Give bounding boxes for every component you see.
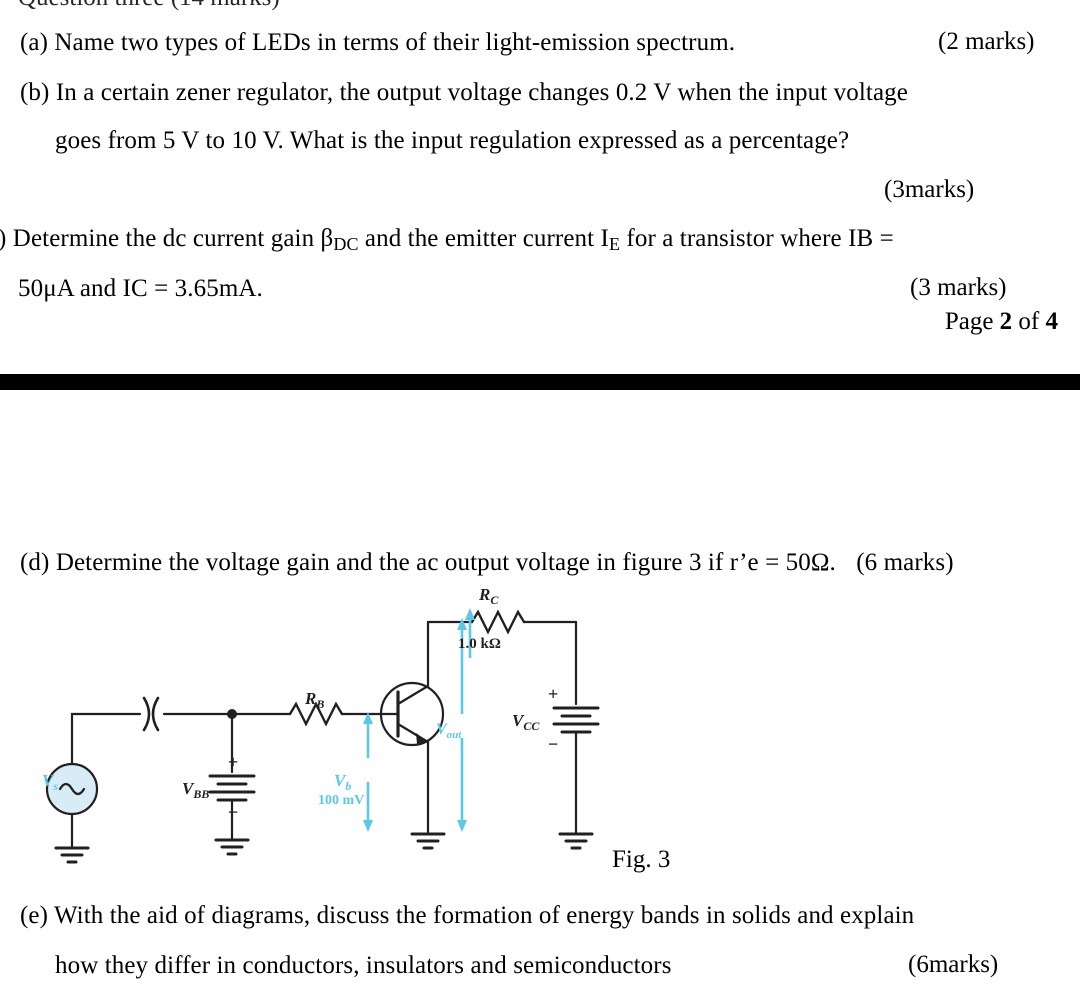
question-a-label: (a) Name two types of LEDs in terms of t… — [20, 29, 736, 56]
label-vb-value: 100 mV — [318, 793, 364, 808]
label-vcc-minus: − — [548, 734, 558, 754]
label-vbb-minus: − — [228, 802, 238, 822]
question-d-marks: (6 marks) — [856, 549, 954, 576]
question-b-marks: (3marks) — [884, 176, 975, 203]
question-a-marks: (2 marks) — [938, 28, 1035, 55]
label-vbb: VBB — [182, 779, 209, 801]
label-vcc-plus: + — [548, 684, 558, 704]
document-page: Question three (14 marks) (a) Name two t… — [0, 0, 1080, 989]
question-a-text: Name two types of LEDs in terms of their… — [54, 29, 736, 56]
question-e-marks: (6marks) — [908, 951, 999, 978]
label-vb: Vb — [334, 771, 351, 793]
page-current: 2 — [999, 308, 1013, 335]
question-b-line1: (b) In a certain zener regulator, the ou… — [20, 79, 908, 106]
label-rc-value: 1.0 kΩ — [458, 636, 501, 652]
question-c-marks: (3 marks) — [910, 274, 1007, 301]
page-separator-bar — [0, 374, 1080, 390]
page-total: 4 — [1045, 308, 1059, 335]
label-vcc: VCC — [512, 711, 540, 733]
ie-subscript: E — [608, 233, 621, 254]
beta-dc-subscript: DC — [333, 233, 359, 254]
question-e-line1: (e) With the aid of diagrams, discuss th… — [20, 902, 915, 929]
label-vbb-plus: + — [228, 752, 238, 772]
question-c-line1: ) Determine the dc current gain βDC and … — [0, 225, 894, 254]
label-rc: RC — [478, 586, 499, 607]
question-c-line2: 50μA and IC = 3.65mA. — [18, 275, 263, 302]
page-footer: Page 2 of 4 — [944, 308, 1059, 335]
question-b-line2: goes from 5 V to 10 V. What is the input… — [55, 127, 850, 154]
label-vout: Vout — [436, 721, 462, 741]
clipped-header-text: Question three (14 marks) — [18, 0, 280, 12]
question-d-line: (d) Determine the voltage gain and the a… — [20, 549, 954, 576]
circuit-figure: RC 1.0 kΩ RB Vs VBB + − Vb 100 mV Vout V… — [20, 586, 640, 876]
figure-caption: Fig. 3 — [612, 846, 671, 873]
label-rb: RB — [304, 689, 324, 711]
question-e-line2: how they differ in conductors, insulator… — [55, 952, 672, 979]
clipped-header-line: Question three (14 marks) — [0, 0, 1080, 14]
